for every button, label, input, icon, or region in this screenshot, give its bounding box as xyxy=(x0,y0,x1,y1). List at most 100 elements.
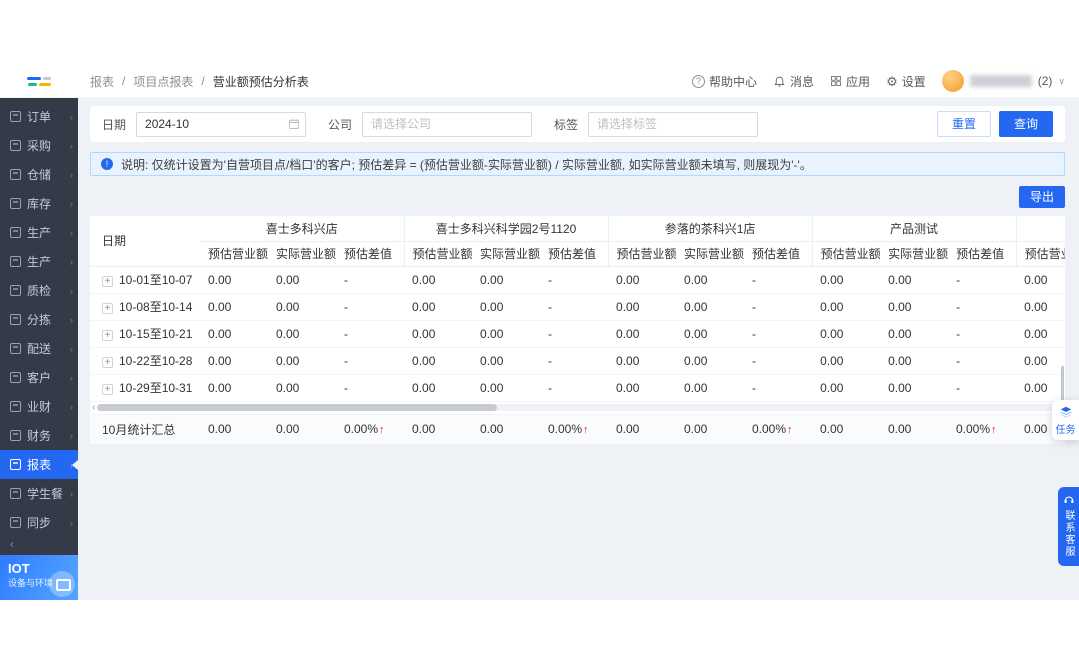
value-cell: - xyxy=(744,320,813,348)
value-cell: 0.00 xyxy=(880,266,949,294)
orders-icon xyxy=(10,111,21,122)
tag-field xyxy=(588,111,759,137)
value-cell: 0.00 xyxy=(812,293,881,321)
scrollbar-track[interactable] xyxy=(97,404,1058,411)
bell-icon xyxy=(774,76,785,87)
sub-column-header: 预估营业额 xyxy=(403,241,473,267)
reset-button[interactable]: 重置 xyxy=(936,111,991,137)
gear-icon: ⚙ xyxy=(886,73,898,89)
sidebar-item-delivery[interactable]: 配送 › xyxy=(0,334,78,363)
expand-icon[interactable]: + xyxy=(102,357,113,368)
value-cell: 0.00 xyxy=(268,293,336,321)
sidebar-item-customers[interactable]: 客户 › xyxy=(0,363,78,392)
summary-row: 10月统计汇总 0.00 0.00 0.00%↑ 0.00 0.00 0.00%↑ 0.00 0… xyxy=(90,413,1065,444)
row-date: 10-01至10-07 xyxy=(119,273,193,287)
sidebar-item-inventory[interactable]: 库存 › xyxy=(0,189,78,218)
value-cell: 0.00 xyxy=(880,293,949,321)
logo-bar-teal xyxy=(27,82,37,86)
customer-service-widget[interactable]: 联系客服 xyxy=(1058,487,1079,566)
value-cell: - xyxy=(744,266,813,294)
expand-icon[interactable]: + xyxy=(102,384,113,395)
sidebar-item-finance[interactable]: 财务 › xyxy=(0,421,78,450)
horizontal-scrollbar[interactable]: ‹ › xyxy=(90,402,1065,414)
value-cell: 0.00 xyxy=(200,374,268,402)
logo-row xyxy=(27,82,51,86)
iot-banner[interactable]: IOT 设备与环境 xyxy=(0,554,78,600)
sidebar-item-purchase[interactable]: 采购 › xyxy=(0,131,78,160)
export-button[interactable]: 导出 xyxy=(1018,186,1065,208)
breadcrumb-project-reports[interactable]: 项目点报表 xyxy=(133,73,193,90)
date-filter-label: 日期 xyxy=(102,117,127,132)
sidebar-item-student-meals[interactable]: 学生餐 › xyxy=(0,479,78,508)
expand-icon[interactable]: + xyxy=(102,330,113,341)
row-date: 10-29至10-31 xyxy=(119,381,193,395)
settings-link[interactable]: ⚙ 设置 xyxy=(886,73,926,90)
value-cell: 0.00 xyxy=(268,266,336,294)
company-select[interactable] xyxy=(362,111,533,137)
sidebar-item-quality[interactable]: 质检 › xyxy=(0,276,78,305)
chevron-right-icon: › xyxy=(70,111,73,122)
value-cell: 0.00 xyxy=(404,374,473,402)
customers-icon xyxy=(10,372,21,383)
date-input[interactable] xyxy=(136,111,307,137)
value-cell: 0.00 xyxy=(676,374,745,402)
table-scroll-area[interactable]: 日期 喜士多科兴店 喜士多科兴科学园2号1120 参落的茶科兴1店 产品测试 预估营业额实… xyxy=(90,216,1065,402)
task-widget[interactable]: 任务 xyxy=(1052,400,1079,440)
tag-select[interactable] xyxy=(588,111,759,137)
app-logo[interactable] xyxy=(0,65,78,97)
value-cell: 0.00 xyxy=(1016,374,1065,402)
sidebar-item-production-2[interactable]: 生产 › xyxy=(0,247,78,276)
expand-icon[interactable]: + xyxy=(102,303,113,314)
sub-column-header: 预估差值 xyxy=(540,241,609,267)
messages-link[interactable]: 消息 xyxy=(773,73,814,90)
summary-cell: 0.00 xyxy=(812,413,880,444)
value-cell: 0.00 xyxy=(676,266,745,294)
sidebar-item-sorting[interactable]: 分拣 › xyxy=(0,305,78,334)
sidebar-item-warehouse[interactable]: 仓储 › xyxy=(0,160,78,189)
up-arrow-icon: ↑ xyxy=(787,424,793,437)
sub-column-header: 实际营业额 xyxy=(472,241,541,267)
summary-cell: 0.00%↑ xyxy=(744,413,812,444)
value-cell: 0.00 xyxy=(404,320,473,348)
value-cell: 0.00 xyxy=(268,374,336,402)
scroll-left-icon[interactable]: ‹ xyxy=(92,402,95,413)
sidebar-item-orders[interactable]: 订单 › xyxy=(0,102,78,131)
value-cell: - xyxy=(540,347,609,375)
summary-cell: 0.00%↑ xyxy=(540,413,608,444)
summary-row-area: 10月统计汇总 0.00 0.00 0.00%↑ 0.00 0.00 0.00%↑ 0.00 0… xyxy=(90,413,1065,444)
sidebar-collapse-button[interactable]: ‹ xyxy=(0,537,78,555)
iot-illustration xyxy=(49,571,75,597)
summary-cell: 0.00 xyxy=(268,413,336,444)
sidebar-item-reports[interactable]: 报表 › xyxy=(0,450,78,479)
biz-finance-icon xyxy=(10,401,21,412)
apps-link[interactable]: 应用 xyxy=(830,73,870,90)
sorting-icon xyxy=(10,314,21,325)
sidebar-item-production-1[interactable]: 生产 › xyxy=(0,218,78,247)
chevron-right-icon: › xyxy=(70,401,73,412)
tag-filter-label: 标签 xyxy=(554,117,579,132)
user-menu[interactable]: (2) ∨ xyxy=(941,70,1065,92)
search-button[interactable]: 查询 xyxy=(998,111,1053,137)
table-row: +10-22至10-28 0.00 0.00-0.00 0.00-0.00 0.00-0… xyxy=(90,347,1065,375)
sub-column-header: 预估营业额 xyxy=(200,241,268,267)
purchase-icon xyxy=(10,140,21,151)
user-avatar[interactable] xyxy=(941,70,964,92)
vertical-scrollbar[interactable] xyxy=(1061,366,1064,402)
value-cell: 0.00 xyxy=(676,347,745,375)
top-bar-actions: ? 帮助中心 消息 应用 ⚙ 设置 (2) ∨ xyxy=(692,70,1079,92)
chevron-down-icon[interactable]: ∨ xyxy=(1058,76,1065,87)
calendar-icon[interactable] xyxy=(288,118,300,130)
row-date: 10-15至10-21 xyxy=(119,327,193,341)
breadcrumb-reports[interactable]: 报表 xyxy=(90,73,114,90)
breadcrumb-separator: / xyxy=(122,74,126,88)
sidebar-item-label: 质检 xyxy=(27,284,52,298)
help-center-link[interactable]: ? 帮助中心 xyxy=(692,73,757,90)
sync-icon xyxy=(10,517,21,528)
value-cell: - xyxy=(948,347,1017,375)
scrollbar-thumb[interactable] xyxy=(97,404,498,411)
warehouse-icon xyxy=(10,169,21,180)
sidebar-item-biz-finance[interactable]: 业财 › xyxy=(0,392,78,421)
value-cell: 0.00 xyxy=(608,320,677,348)
expand-icon[interactable]: + xyxy=(102,276,113,287)
sidebar-item-sync[interactable]: 同步 › xyxy=(0,508,78,537)
